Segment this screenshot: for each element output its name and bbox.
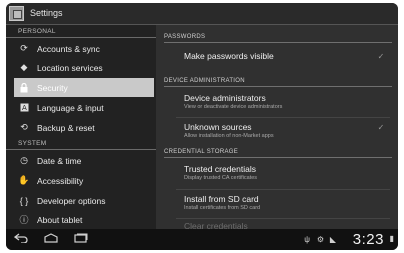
clock-time: 3:23 bbox=[352, 231, 384, 248]
sidebar-item-accessibility[interactable]: ✋ Accessibility bbox=[14, 171, 154, 190]
action-bar: Settings bbox=[6, 3, 398, 25]
hand-icon: ✋ bbox=[18, 175, 30, 185]
wifi-icon: ◣ bbox=[329, 235, 336, 244]
sidebar-item-label: Backup & reset bbox=[37, 122, 95, 133]
sidebar-item-label: Accounts & sync bbox=[37, 43, 100, 54]
sidebar-item-language-input[interactable]: A Language & input bbox=[14, 98, 154, 117]
section-header-personal: PERSONAL bbox=[6, 25, 156, 38]
device-administrators-setting[interactable]: Device administrators View or deactivate… bbox=[184, 93, 384, 110]
install-from-sd-card-setting[interactable]: Install from SD card Install certificate… bbox=[184, 194, 384, 211]
sidebar-item-label: Developer options bbox=[37, 195, 106, 206]
unknown-sources-setting[interactable]: Unknown sources Allow installation of no… bbox=[184, 122, 384, 139]
clock-icon: ◷ bbox=[20, 155, 28, 165]
keyboard-icon: A bbox=[17, 101, 31, 115]
usb-icon: ψ bbox=[304, 235, 310, 244]
sidebar-item-developer-options[interactable]: { } Developer options bbox=[14, 191, 154, 210]
home-icon[interactable] bbox=[44, 233, 58, 247]
svg-text:A: A bbox=[22, 104, 27, 112]
lock-icon bbox=[17, 81, 31, 95]
sidebar-item-label: Security bbox=[37, 82, 68, 93]
battery-icon: ▮ bbox=[389, 234, 394, 243]
sidebar-item-label: Date & time bbox=[37, 155, 82, 166]
checkbox-icon[interactable]: ✓ bbox=[376, 52, 386, 62]
setting-subtitle: View or deactivate device administrators bbox=[184, 104, 283, 110]
security-detail-pane: PASSWORDS Make passwords visible ✓ DEVIC… bbox=[156, 25, 398, 231]
setting-title: Unknown sources bbox=[184, 122, 252, 132]
sidebar-item-label: Language & input bbox=[37, 102, 104, 113]
setting-title: Make passwords visible bbox=[184, 51, 274, 61]
braces-icon: { } bbox=[19, 195, 29, 206]
sidebar-item-accounts-sync[interactable]: ⟳ Accounts & sync bbox=[14, 39, 154, 58]
divider bbox=[176, 117, 390, 118]
sidebar-item-backup-reset[interactable]: ⟲ Backup & reset bbox=[14, 118, 154, 137]
info-icon: ⓘ bbox=[19, 215, 29, 225]
back-icon[interactable] bbox=[13, 233, 28, 247]
setting-title: Trusted credentials bbox=[184, 164, 256, 174]
recent-apps-icon[interactable] bbox=[74, 233, 88, 247]
section-header-passwords: PASSWORDS bbox=[164, 31, 392, 43]
divider bbox=[176, 189, 390, 190]
make-passwords-visible-setting[interactable]: Make passwords visible ✓ bbox=[184, 51, 384, 61]
setting-subtitle: Install certificates from SD card bbox=[184, 205, 261, 211]
setting-title: Device administrators bbox=[184, 93, 266, 103]
setting-title: Install from SD card bbox=[184, 194, 259, 204]
sidebar-item-label: About tablet bbox=[37, 214, 83, 225]
android-debug-icon: ⚙ bbox=[316, 235, 324, 244]
sidebar-item-label: Location services bbox=[37, 62, 103, 73]
section-header-device-administration: DEVICE ADMINISTRATION bbox=[164, 75, 392, 87]
sidebar-item-security[interactable]: Security bbox=[14, 78, 154, 97]
settings-icon[interactable] bbox=[9, 6, 24, 21]
sidebar-item-about-tablet[interactable]: ⓘ About tablet bbox=[14, 210, 154, 229]
settings-sidebar: PERSONAL ⟳ Accounts & sync ◆ Location se… bbox=[6, 25, 156, 229]
setting-subtitle: Display trusted CA certificates bbox=[184, 175, 258, 181]
setting-subtitle: Allow installation of non-Market apps bbox=[184, 133, 274, 139]
location-icon: ◆ bbox=[20, 62, 28, 72]
app-title: Settings bbox=[30, 8, 63, 18]
system-bar: ψ ⚙ ◣ 3:23 ▮ bbox=[6, 229, 398, 250]
sidebar-item-date-time[interactable]: ◷ Date & time bbox=[14, 151, 154, 170]
tablet-screen: Settings PERSONAL ⟳ Accounts & sync ◆ Lo… bbox=[6, 3, 398, 250]
trusted-credentials-setting[interactable]: Trusted credentials Display trusted CA c… bbox=[184, 164, 384, 181]
section-header-system: SYSTEM bbox=[6, 137, 156, 150]
backup-icon: ⟲ bbox=[20, 122, 28, 132]
divider bbox=[176, 218, 390, 219]
section-header-credential-storage: CREDENTIAL STORAGE bbox=[164, 146, 392, 158]
sidebar-item-label: Accessibility bbox=[37, 175, 84, 186]
sync-icon: ⟳ bbox=[20, 43, 28, 53]
checkbox-icon[interactable]: ✓ bbox=[376, 123, 386, 133]
sidebar-item-location-services[interactable]: ◆ Location services bbox=[14, 58, 154, 77]
